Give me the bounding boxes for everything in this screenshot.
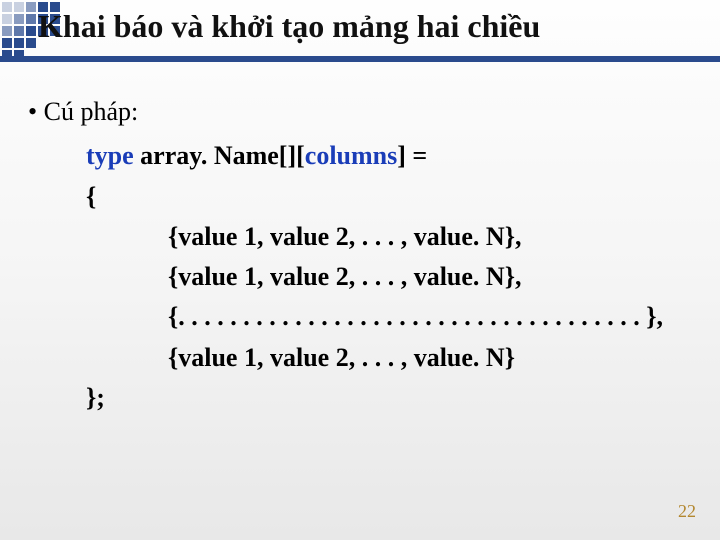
init-row: {value 1, value 2, . . . , value. N}, bbox=[168, 217, 663, 257]
bullet-syntax-label: • Cú pháp: bbox=[28, 92, 663, 132]
init-row: {value 1, value 2, . . . , value. N}, bbox=[168, 257, 663, 297]
keyword-type: type bbox=[86, 141, 134, 170]
page-number: 22 bbox=[678, 501, 696, 522]
syntax-tail: ] = bbox=[397, 141, 427, 170]
init-row: {value 1, value 2, . . . , value. N} bbox=[168, 338, 663, 378]
syntax-mid: array. Name[][ bbox=[134, 141, 305, 170]
syntax-line: type array. Name[][columns] = bbox=[86, 136, 663, 176]
close-brace: }; bbox=[86, 378, 663, 418]
page-title: Khai báo và khởi tạo mảng hai chiều bbox=[38, 8, 540, 45]
keyword-columns: columns bbox=[305, 141, 397, 170]
open-brace: { bbox=[86, 177, 663, 217]
slide-content: • Cú pháp: type array. Name[][columns] =… bbox=[28, 92, 663, 418]
init-row: {. . . . . . . . . . . . . . . . . . . .… bbox=[168, 297, 663, 337]
title-underline bbox=[0, 56, 720, 62]
